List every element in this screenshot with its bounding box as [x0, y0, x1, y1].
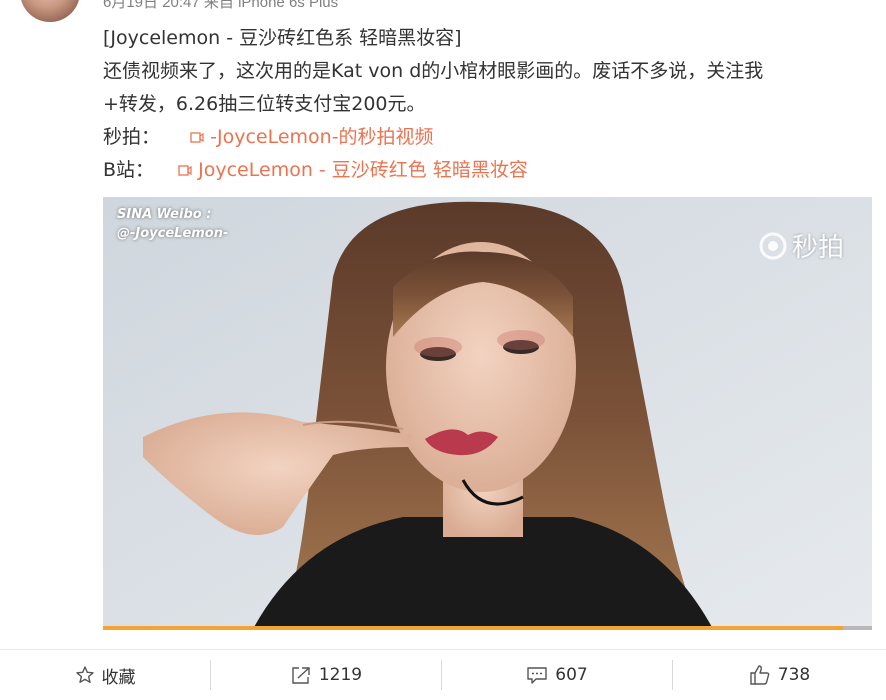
- bilibili-video-link[interactable]: JoyceLemon - 豆沙砖红色 轻暗黑妆容: [178, 159, 528, 181]
- camera-icon: [759, 232, 787, 259]
- post-body-line-2: +转发，6.26抽三位转支付宝200元。: [103, 93, 426, 115]
- avatar[interactable]: [20, 0, 80, 22]
- like-count: 738: [777, 665, 811, 685]
- comment-icon: [527, 667, 547, 684]
- post-title: [Joycelemon - 豆沙砖红色系 轻暗黑妆容]: [103, 27, 462, 49]
- brand-text: 秒拍: [791, 233, 844, 263]
- post-content: [Joycelemon - 豆沙砖红色系 轻暗黑妆容] 还债视频来了，这次用的是…: [103, 22, 863, 187]
- share-icon: [292, 667, 310, 684]
- miaopai-link-text: -JoyceLemon-的秒拍视频: [210, 126, 434, 148]
- comment-button[interactable]: 607: [442, 650, 672, 700]
- post-action-bar: 收藏 1219 607 738: [0, 649, 886, 700]
- like-button[interactable]: 738: [673, 650, 886, 700]
- video-progress-fill: [103, 626, 843, 630]
- video-watermark: SINA Weibo : @-JoyceLemon-: [117, 205, 228, 243]
- miaopai-video-link[interactable]: -JoyceLemon-的秒拍视频: [190, 126, 434, 148]
- bilibili-row: B站： JoyceLemon - 豆沙砖红色 轻暗黑妆容: [103, 154, 863, 187]
- thumbs-up-icon: [750, 665, 770, 685]
- favorite-button[interactable]: 收藏: [0, 650, 210, 700]
- repost-button[interactable]: 1219: [211, 650, 441, 700]
- video-icon: [190, 132, 204, 143]
- video-icon: [178, 165, 192, 176]
- watermark-line-2: @-JoyceLemon-: [117, 226, 229, 241]
- miaopai-row: 秒拍： -JoyceLemon-的秒拍视频: [103, 121, 863, 154]
- star-icon: [75, 666, 94, 683]
- repost-count: 1219: [318, 665, 363, 685]
- post-body-line-1: 还债视频来了，这次用的是Kat von d的小棺材眼影画的。废话不多说，关注我: [103, 60, 764, 82]
- post-meta: 6月19日 20:47 来自 iPhone 6s Plus: [103, 0, 339, 11]
- miaopai-brand-watermark: 秒拍: [758, 227, 844, 264]
- bilibili-label: B站：: [103, 159, 155, 181]
- video-frame: [103, 197, 872, 629]
- bilibili-link-text: JoyceLemon - 豆沙砖红色 轻暗黑妆容: [198, 159, 528, 181]
- favorite-label: 收藏: [101, 667, 136, 688]
- comment-count: 607: [555, 665, 588, 685]
- watermark-line-1: SINA Weibo :: [117, 207, 212, 222]
- video-progress-bar[interactable]: [103, 626, 872, 630]
- video-player[interactable]: SINA Weibo : @-JoyceLemon- 秒拍: [103, 197, 872, 629]
- miaopai-label: 秒拍：: [103, 126, 161, 148]
